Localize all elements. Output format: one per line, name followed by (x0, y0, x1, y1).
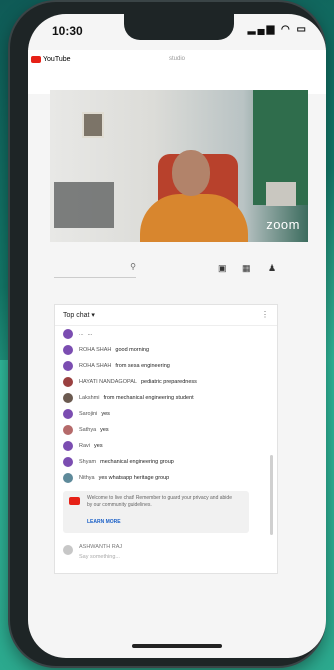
chat-notice: Welcome to live chat! Remember to guard … (63, 491, 249, 533)
message-author: Nithya (79, 475, 95, 481)
status-bar: 10:30 ▂▄▆ ◠ ▭ (28, 24, 326, 40)
user-avatar (63, 545, 73, 555)
message-text: ROHA SHAH good morning (79, 347, 149, 353)
grid-icon[interactable]: ▦ (242, 263, 251, 274)
message-text: HAYATI NANDAGOPAL pediatric preparedness (79, 379, 197, 385)
chat-message: Nithya yes whatsapp heritage group (55, 470, 277, 486)
message-text: Nithya yes whatsapp heritage group (79, 475, 169, 481)
message-avatar (63, 441, 73, 451)
message-body: ... (87, 331, 93, 337)
learn-more-link[interactable]: LEARN MORE (87, 519, 121, 525)
phone-frame: 10:30 ▂▄▆ ◠ ▭ YouTube studio zoom ⚲ ▣ ▦ … (10, 2, 326, 666)
video-papers (266, 182, 296, 206)
message-avatar (63, 361, 73, 371)
video-player[interactable]: zoom (50, 90, 308, 242)
message-text: Ravi yes (79, 443, 103, 449)
message-avatar (63, 377, 73, 387)
user-name: ASHWANTH RAJ (79, 544, 123, 550)
message-text: ROHA SHAH from sesa engineering (79, 363, 170, 369)
chat-message: Sathya yes (55, 422, 277, 438)
message-author: ROHA SHAH (79, 363, 112, 369)
message-body: yes whatsapp heritage group (98, 475, 170, 481)
message-author: Ravi (79, 443, 91, 449)
zoom-watermark: zoom (266, 217, 300, 232)
chat-message-list: ...... ROHA SHAH good morning ROHA SHAH from… (55, 326, 277, 486)
message-text: Shyam mechanical engineering group (79, 459, 174, 465)
chat-message: ...... (55, 326, 277, 342)
chat-message: Ravi yes (55, 438, 277, 454)
live-chat-panel: Top chat ▾ ⋮ ...... ROHA SHAH good morning… (54, 304, 278, 574)
video-person-head (172, 150, 210, 196)
chat-title[interactable]: Top chat ▾ (63, 311, 95, 319)
message-author: HAYATI NANDAGOPAL (79, 379, 137, 385)
message-body: yes (101, 411, 110, 417)
home-indicator[interactable] (132, 644, 222, 648)
chat-message: Shyam mechanical engineering group (55, 454, 277, 470)
message-body: from sesa engineering (115, 363, 170, 369)
message-body: pediatric preparedness (140, 379, 197, 385)
message-author: Shyam (79, 459, 97, 465)
message-avatar (63, 393, 73, 403)
app-bar: YouTube studio (28, 50, 326, 94)
youtube-icon (69, 497, 80, 505)
controls-row: ⚲ ▣ ▦ ♟ (28, 262, 326, 280)
message-body: yes (100, 427, 109, 433)
video-shelf (54, 182, 114, 228)
message-avatar (63, 425, 73, 435)
message-avatar (63, 409, 73, 419)
message-avatar (63, 473, 73, 483)
more-menu-icon[interactable]: ⋮ (261, 310, 269, 319)
message-avatar (63, 457, 73, 467)
search-field[interactable]: ⚲ (54, 262, 136, 278)
message-avatar (63, 345, 73, 355)
chat-message: Sarojini yes (55, 406, 277, 422)
url-label: studio (168, 56, 185, 62)
bell-icon[interactable]: ♟ (268, 263, 276, 274)
chat-input-placeholder[interactable]: Say something... (79, 554, 120, 560)
message-author: Sarojini (79, 411, 98, 417)
message-body: good morning (115, 347, 150, 353)
message-body: from mechanical engineering student (103, 395, 194, 401)
chat-message: Lakshmi from mechanical engineering stude… (55, 390, 277, 406)
chat-message: ROHA SHAH from sesa engineering (55, 358, 277, 374)
camera-icon[interactable]: ▣ (218, 263, 227, 274)
message-author: ... (79, 331, 84, 337)
message-body: mechanical engineering group (100, 459, 174, 465)
search-icon[interactable]: ⚲ (130, 262, 136, 271)
message-author: Lakshmi (79, 395, 100, 401)
message-avatar (63, 329, 73, 339)
chat-message: HAYATI NANDAGOPAL pediatric preparedness (55, 374, 277, 390)
chat-message: ROHA SHAH good morning (55, 342, 277, 358)
video-picture-frame (82, 112, 104, 138)
message-body: yes (94, 443, 103, 449)
status-time: 10:30 (52, 24, 83, 38)
video-person-body (140, 194, 248, 242)
message-text: Sathya yes (79, 427, 109, 433)
status-icons: ▂▄▆ ◠ ▭ (247, 24, 308, 35)
message-text: Lakshmi from mechanical engineering stude… (79, 395, 194, 401)
message-text: Sarojini yes (79, 411, 110, 417)
chat-input[interactable]: ASHWANTH RAJ Say something... (63, 541, 259, 565)
chat-scrollbar[interactable] (270, 455, 273, 535)
message-text: ...... (79, 331, 92, 337)
phone-screen: 10:30 ▂▄▆ ◠ ▭ YouTube studio zoom ⚲ ▣ ▦ … (28, 14, 326, 658)
message-author: ROHA SHAH (79, 347, 112, 353)
chat-header: Top chat ▾ ⋮ (55, 305, 277, 326)
message-author: Sathya (79, 427, 97, 433)
notice-text: Welcome to live chat! Remember to guard … (87, 495, 232, 508)
